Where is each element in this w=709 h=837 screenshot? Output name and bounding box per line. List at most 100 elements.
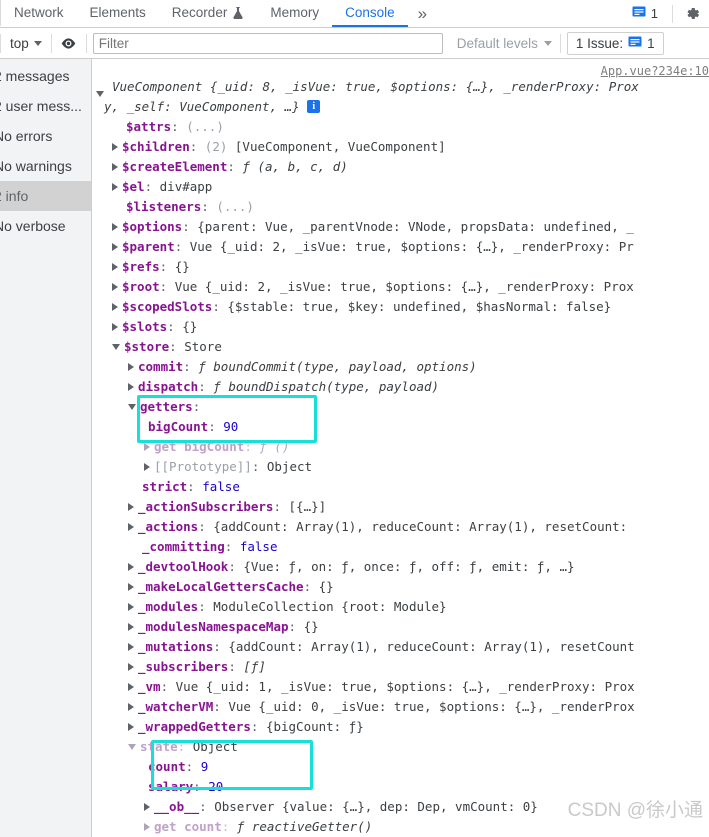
tree-row-modules[interactable]: _modules: ModuleCollection {root: Module…	[92, 597, 709, 617]
disclosure-triangle-icon[interactable]	[112, 242, 118, 251]
disclosure-triangle-icon[interactable]	[112, 282, 118, 291]
tree-row-makelocalgetterscache[interactable]: _makeLocalGettersCache: {}	[92, 577, 709, 597]
tree-row-scopedslots[interactable]: $scopedSlots: {$stable: true, $key: unde…	[92, 297, 709, 317]
disclosure-triangle-icon[interactable]	[128, 522, 134, 531]
tree-row-parent[interactable]: $parent: Vue {_uid: 2, _isVue: true, $op…	[92, 237, 709, 257]
tree-value-attrs: (...)	[186, 119, 224, 134]
tree-row-actionsubscribers[interactable]: _actionSubscribers: [{…}]	[92, 497, 709, 517]
disclosure-triangle-icon[interactable]	[144, 822, 150, 831]
tree-row-salary[interactable]: salary: 20	[92, 777, 709, 797]
sidebar-item-info[interactable]: 2 info	[0, 181, 91, 211]
disclosure-triangle-icon[interactable]	[128, 362, 134, 371]
tree-value-ob: Observer {value: {…}, dep: Dep, vmCount:…	[214, 799, 538, 814]
sidebar-item-verbose[interactable]: No verbose	[0, 211, 91, 241]
tree-key-attrs: $attrs	[126, 119, 172, 134]
tree-row-commit[interactable]: commit: ƒ boundCommit(type, payload, opt…	[92, 357, 709, 377]
tree-value-refs: {}	[174, 259, 190, 274]
disclosure-triangle-icon[interactable]	[112, 142, 118, 151]
info-icon[interactable]: i	[307, 100, 321, 113]
tab-network[interactable]: Network	[0, 0, 77, 27]
disclosure-triangle-icon[interactable]	[144, 462, 150, 471]
tree-value-bigcount: 90	[223, 419, 239, 434]
disclosure-triangle-icon[interactable]	[128, 562, 134, 571]
tree-row-actions[interactable]: _actions: {addCount: Array(1), reduceCou…	[92, 517, 709, 537]
tree-row-watchervm[interactable]: _watcherVM: Vue {_uid: 0, _isVue: true, …	[92, 697, 709, 717]
tree-row-attrs[interactable]: $attrs: (...)	[92, 117, 709, 137]
disclosure-triangle-icon[interactable]	[128, 382, 134, 391]
tree-value-options: {parent: Vue, _parentVnode: VNode, props…	[197, 219, 634, 234]
sidebar-item-user-messages[interactable]: 2 user mess...	[0, 91, 91, 121]
tree-row-vm[interactable]: _vm: Vue {_uid: 1, _isVue: true, $option…	[92, 677, 709, 697]
tree-key-modules: _modules	[138, 599, 199, 614]
filter-input[interactable]	[92, 32, 443, 54]
tree-value-prototype: Object	[266, 459, 313, 474]
message-count-badge[interactable]: 1	[626, 2, 666, 25]
devtools-tabbar: Network Elements Recorder Memory Console…	[0, 0, 709, 28]
disclosure-triangle-icon[interactable]	[128, 662, 134, 671]
disclosure-triangle-icon[interactable]	[112, 322, 118, 331]
sidebar-item-errors[interactable]: No errors	[0, 121, 91, 151]
disclosure-triangle-icon[interactable]	[112, 182, 118, 191]
tree-row-root[interactable]: VueComponent {_uid: 8, _isVue: true, $op…	[92, 77, 709, 117]
disclosure-triangle-icon[interactable]	[128, 702, 134, 711]
disclosure-triangle-icon[interactable]	[128, 642, 134, 651]
disclosure-triangle-icon[interactable]	[128, 722, 134, 731]
disclosure-triangle-open-icon[interactable]	[128, 743, 136, 750]
disclosure-triangle-icon[interactable]	[128, 502, 134, 511]
disclosure-triangle-icon[interactable]	[128, 682, 134, 691]
disclosure-triangle-icon[interactable]	[144, 442, 150, 451]
tree-row-modulesnamespacemap[interactable]: _modulesNamespaceMap: {}	[92, 617, 709, 637]
tree-row-slots[interactable]: $slots: {}	[92, 317, 709, 337]
tree-row-count[interactable]: count: 9	[92, 757, 709, 777]
more-tabs-button[interactable]: »	[408, 0, 437, 27]
disclosure-triangle-icon[interactable]	[112, 162, 118, 171]
execution-context-selector[interactable]: top	[1, 36, 51, 51]
disclosure-triangle-icon[interactable]	[144, 802, 150, 811]
tree-row-options[interactable]: $options: {parent: Vue, _parentVnode: VN…	[92, 217, 709, 237]
gear-icon[interactable]	[679, 1, 705, 27]
tree-row-getters[interactable]: getters:	[92, 397, 709, 417]
tree-row-dispatch[interactable]: dispatch: ƒ boundDispatch(type, payload)	[92, 377, 709, 397]
tab-memory[interactable]: Memory	[257, 0, 332, 27]
disclosure-triangle-icon[interactable]	[112, 262, 118, 271]
disclosure-triangle-open-icon[interactable]	[128, 403, 136, 410]
disclosure-triangle-open-icon[interactable]	[96, 91, 104, 97]
tree-row-children[interactable]: $children: (2) [VueComponent, VueCompone…	[92, 137, 709, 157]
tree-row-get-bigcount[interactable]: get bigCount: ƒ ()	[92, 437, 709, 457]
tree-row-store[interactable]: $store: Store	[92, 337, 709, 357]
disclosure-triangle-icon[interactable]	[128, 602, 134, 611]
tree-row-root-prop[interactable]: $root: Vue {_uid: 2, _isVue: true, $opti…	[92, 277, 709, 297]
chevron-down-icon	[543, 40, 552, 46]
issues-button[interactable]: 1 Issue: 1	[566, 31, 664, 55]
tree-row-refs[interactable]: $refs: {}	[92, 257, 709, 277]
tree-key-modulesnamespacemap: _modulesNamespaceMap	[138, 619, 289, 634]
tree-row-el[interactable]: $el: div#app	[92, 177, 709, 197]
sidebar-item-warnings[interactable]: No warnings	[0, 151, 91, 181]
tree-row-createelement[interactable]: $createElement: ƒ (a, b, c, d)	[92, 157, 709, 177]
tab-console[interactable]: Console	[332, 0, 408, 27]
tree-row-mutations[interactable]: _mutations: {addCount: Array(1), reduceC…	[92, 637, 709, 657]
tree-value-commit: ƒ boundCommit(type, payload, options)	[198, 359, 477, 374]
disclosure-triangle-open-icon[interactable]	[112, 343, 120, 350]
tree-row-wrappedgetters[interactable]: _wrappedGetters: {bigCount: ƒ}	[92, 717, 709, 737]
tree-row-devtoolhook[interactable]: _devtoolHook: {Vue: ƒ, on: ƒ, once: ƒ, o…	[92, 557, 709, 577]
tab-recorder[interactable]: Recorder	[159, 0, 258, 27]
disclosure-triangle-icon[interactable]	[128, 582, 134, 591]
tab-elements[interactable]: Elements	[77, 0, 159, 27]
tree-row-state[interactable]: state: Object	[92, 737, 709, 757]
sidebar-item-messages[interactable]: 2 messages	[0, 61, 91, 91]
tree-row-listeners[interactable]: $listeners: (...)	[92, 197, 709, 217]
tree-row-committing[interactable]: _committing: false	[92, 537, 709, 557]
disclosure-triangle-icon[interactable]	[112, 222, 118, 231]
tree-row-bigcount[interactable]: bigCount: 90	[92, 417, 709, 437]
tree-row-subscribers[interactable]: _subscribers: [ƒ]	[92, 657, 709, 677]
log-levels-dropdown[interactable]: Default levels	[449, 36, 560, 51]
disclosure-triangle-icon[interactable]	[112, 302, 118, 311]
tree-value-modules: ModuleCollection {root: Module}	[213, 599, 447, 614]
eye-icon[interactable]	[52, 30, 86, 56]
tree-key-commit: commit	[138, 359, 184, 374]
tree-key-count: count	[148, 759, 186, 774]
disclosure-triangle-icon[interactable]	[128, 622, 134, 631]
tree-row-strict[interactable]: strict: false	[92, 477, 709, 497]
tree-row-prototype[interactable]: [[Prototype]]: Object	[92, 457, 709, 477]
